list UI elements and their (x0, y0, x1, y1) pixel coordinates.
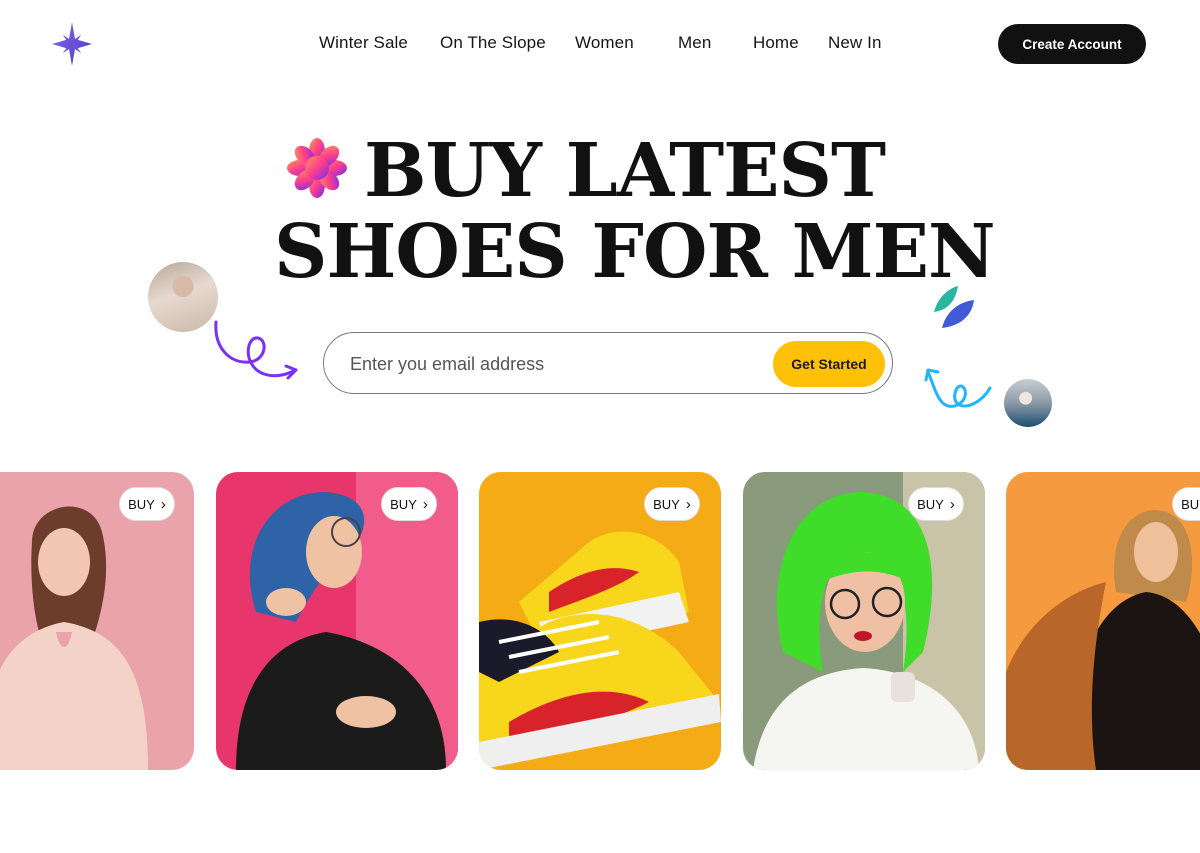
buy-button[interactable]: BUY › (381, 487, 437, 521)
avatar (1004, 379, 1052, 427)
email-signup-form: Get Started (323, 332, 893, 394)
nav-new-in[interactable]: New In (828, 33, 882, 53)
avatar (148, 262, 218, 332)
chevron-right-icon: › (949, 495, 955, 513)
flower-star-icon (286, 137, 348, 199)
product-card[interactable]: BUY › (479, 472, 721, 770)
hero-title-line-2: SHOES FOR MEN (274, 209, 996, 295)
hero-title-line-1: BUY LATEST (364, 128, 886, 214)
nav-men[interactable]: Men (678, 33, 711, 53)
product-card[interactable]: BUY › (743, 472, 985, 770)
nav-women[interactable]: Women (575, 33, 634, 53)
logo-star-icon[interactable] (48, 20, 96, 68)
buy-label: BUY (1181, 496, 1200, 512)
blue-squiggle-arrow-icon (924, 368, 992, 408)
buy-button[interactable]: BUY › (908, 487, 964, 521)
get-started-button[interactable]: Get Started (773, 341, 885, 387)
nav-on-the-slope[interactable]: On The Slope (440, 33, 546, 53)
chevron-right-icon: › (685, 495, 691, 513)
chevron-right-icon: › (422, 495, 428, 513)
buy-button[interactable]: BUY › (644, 487, 700, 521)
nav-winter-sale[interactable]: Winter Sale (319, 33, 408, 53)
buy-label: BUY (390, 496, 417, 512)
buy-button[interactable]: BUY › (119, 487, 175, 521)
leaf-shape-icon (934, 286, 974, 328)
purple-squiggle-arrow-icon (214, 320, 298, 380)
product-card[interactable]: BUY› (1006, 472, 1200, 770)
buy-label: BUY (128, 496, 155, 512)
product-carousel: BUY › BUY › BUY › BUY › BU (0, 472, 1200, 772)
chevron-right-icon: › (160, 495, 166, 513)
product-card[interactable]: BUY › (0, 472, 194, 770)
product-card[interactable]: BUY › (216, 472, 458, 770)
buy-button[interactable]: BUY› (1172, 487, 1200, 521)
email-input[interactable] (350, 349, 760, 379)
nav-home[interactable]: Home (753, 33, 799, 53)
buy-label: BUY (653, 496, 680, 512)
create-account-button[interactable]: Create Account (998, 24, 1146, 64)
buy-label: BUY (917, 496, 944, 512)
card-image (1006, 472, 1200, 770)
